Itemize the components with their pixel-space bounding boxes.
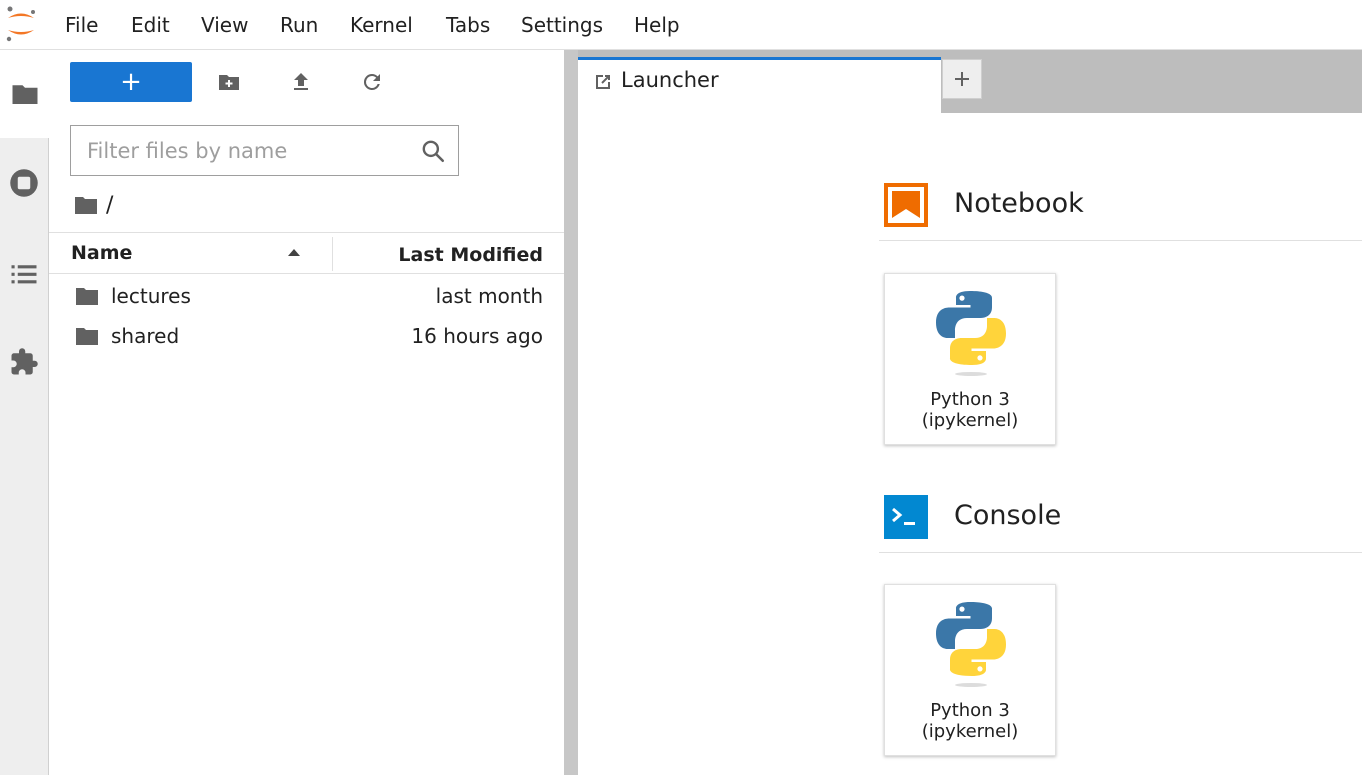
menu-edit[interactable]: Edit <box>131 13 170 37</box>
menu-run[interactable]: Run <box>280 13 318 37</box>
search-icon <box>422 140 445 163</box>
menu-kernel[interactable]: Kernel <box>350 13 413 37</box>
tab-table-of-contents[interactable] <box>0 230 48 318</box>
card-label: Python 3 (ipykernel) <box>885 389 1055 431</box>
menu-help[interactable]: Help <box>634 13 680 37</box>
extension-icon <box>11 348 38 375</box>
breadcrumb-path[interactable]: / <box>106 193 113 218</box>
sort-ascending-icon <box>288 249 300 256</box>
console-python3-card[interactable]: Python 3 (ipykernel) <box>884 584 1056 756</box>
upload-button[interactable] <box>283 64 319 100</box>
column-modified-header[interactable]: Last Modified <box>398 244 543 266</box>
file-row-shared[interactable]: shared 16 hours ago <box>49 316 564 356</box>
new-folder-icon <box>219 75 239 90</box>
file-list-header: Name Last Modified <box>49 232 564 274</box>
tab-launcher[interactable]: Launcher <box>578 57 941 113</box>
notebook-icon <box>884 183 928 227</box>
new-launcher-label: + <box>120 67 142 97</box>
menu-view[interactable]: View <box>201 13 248 37</box>
python-logo-icon <box>936 602 1006 687</box>
card-label-line2: (ipykernel) <box>921 721 1019 742</box>
menu-bar: File Edit View Run Kernel Tabs Settings … <box>0 0 1362 50</box>
home-folder-icon[interactable] <box>74 194 98 216</box>
file-modified: last month <box>435 284 543 308</box>
running-icon <box>10 169 38 197</box>
add-icon <box>955 72 969 86</box>
filter-files-input[interactable] <box>71 126 411 175</box>
launcher-icon <box>596 75 610 89</box>
tab-extensions[interactable] <box>0 318 48 406</box>
section-console: Console <box>879 489 1362 553</box>
new-folder-button[interactable] <box>211 64 247 100</box>
jupyter-logo-icon <box>6 6 35 42</box>
filter-box <box>70 125 459 176</box>
file-modified: 16 hours ago <box>411 324 543 348</box>
file-browser-panel: + / Name Last Modified lectures last mon… <box>49 50 564 775</box>
toc-icon <box>11 265 37 284</box>
activity-bar <box>0 50 50 775</box>
file-row-lectures[interactable]: lectures last month <box>49 276 564 316</box>
file-name: lectures <box>111 284 191 308</box>
menu-file[interactable]: File <box>65 13 98 37</box>
main-area: Launcher Notebook Python 3 (ipykernel) C… <box>578 50 1362 775</box>
breadcrumb: / <box>74 190 113 220</box>
refresh-button[interactable] <box>354 64 390 100</box>
folder-icon <box>76 288 98 305</box>
folder-icon <box>12 85 38 104</box>
folder-icon <box>76 328 98 345</box>
tab-label: Launcher <box>621 68 719 92</box>
card-label-line1: Python 3 <box>930 700 1010 721</box>
python-logo-icon <box>936 291 1006 376</box>
section-notebook: Notebook <box>879 177 1362 241</box>
card-label: Python 3 (ipykernel) <box>885 700 1055 742</box>
menu-tabs[interactable]: Tabs <box>446 13 490 37</box>
console-icon <box>884 495 928 539</box>
card-label-line2: (ipykernel) <box>921 410 1019 431</box>
column-divider[interactable] <box>332 237 333 271</box>
section-title: Console <box>954 500 1062 531</box>
new-tab-button[interactable] <box>942 59 982 99</box>
tab-file-browser[interactable] <box>0 50 50 138</box>
tab-bar: Launcher <box>578 50 1362 113</box>
menu-settings[interactable]: Settings <box>521 13 603 37</box>
column-name-header[interactable]: Name <box>71 242 132 264</box>
file-name: shared <box>111 324 180 348</box>
panel-splitter[interactable] <box>564 50 578 775</box>
section-title: Notebook <box>954 188 1084 219</box>
notebook-python3-card[interactable]: Python 3 (ipykernel) <box>884 273 1056 445</box>
tab-running[interactable] <box>0 139 48 227</box>
upload-icon <box>294 73 308 90</box>
new-launcher-button[interactable]: + <box>70 62 192 102</box>
launcher-panel: Notebook Python 3 (ipykernel) Console Py… <box>578 114 1362 775</box>
card-label-line1: Python 3 <box>930 389 1010 410</box>
refresh-icon <box>363 73 380 90</box>
